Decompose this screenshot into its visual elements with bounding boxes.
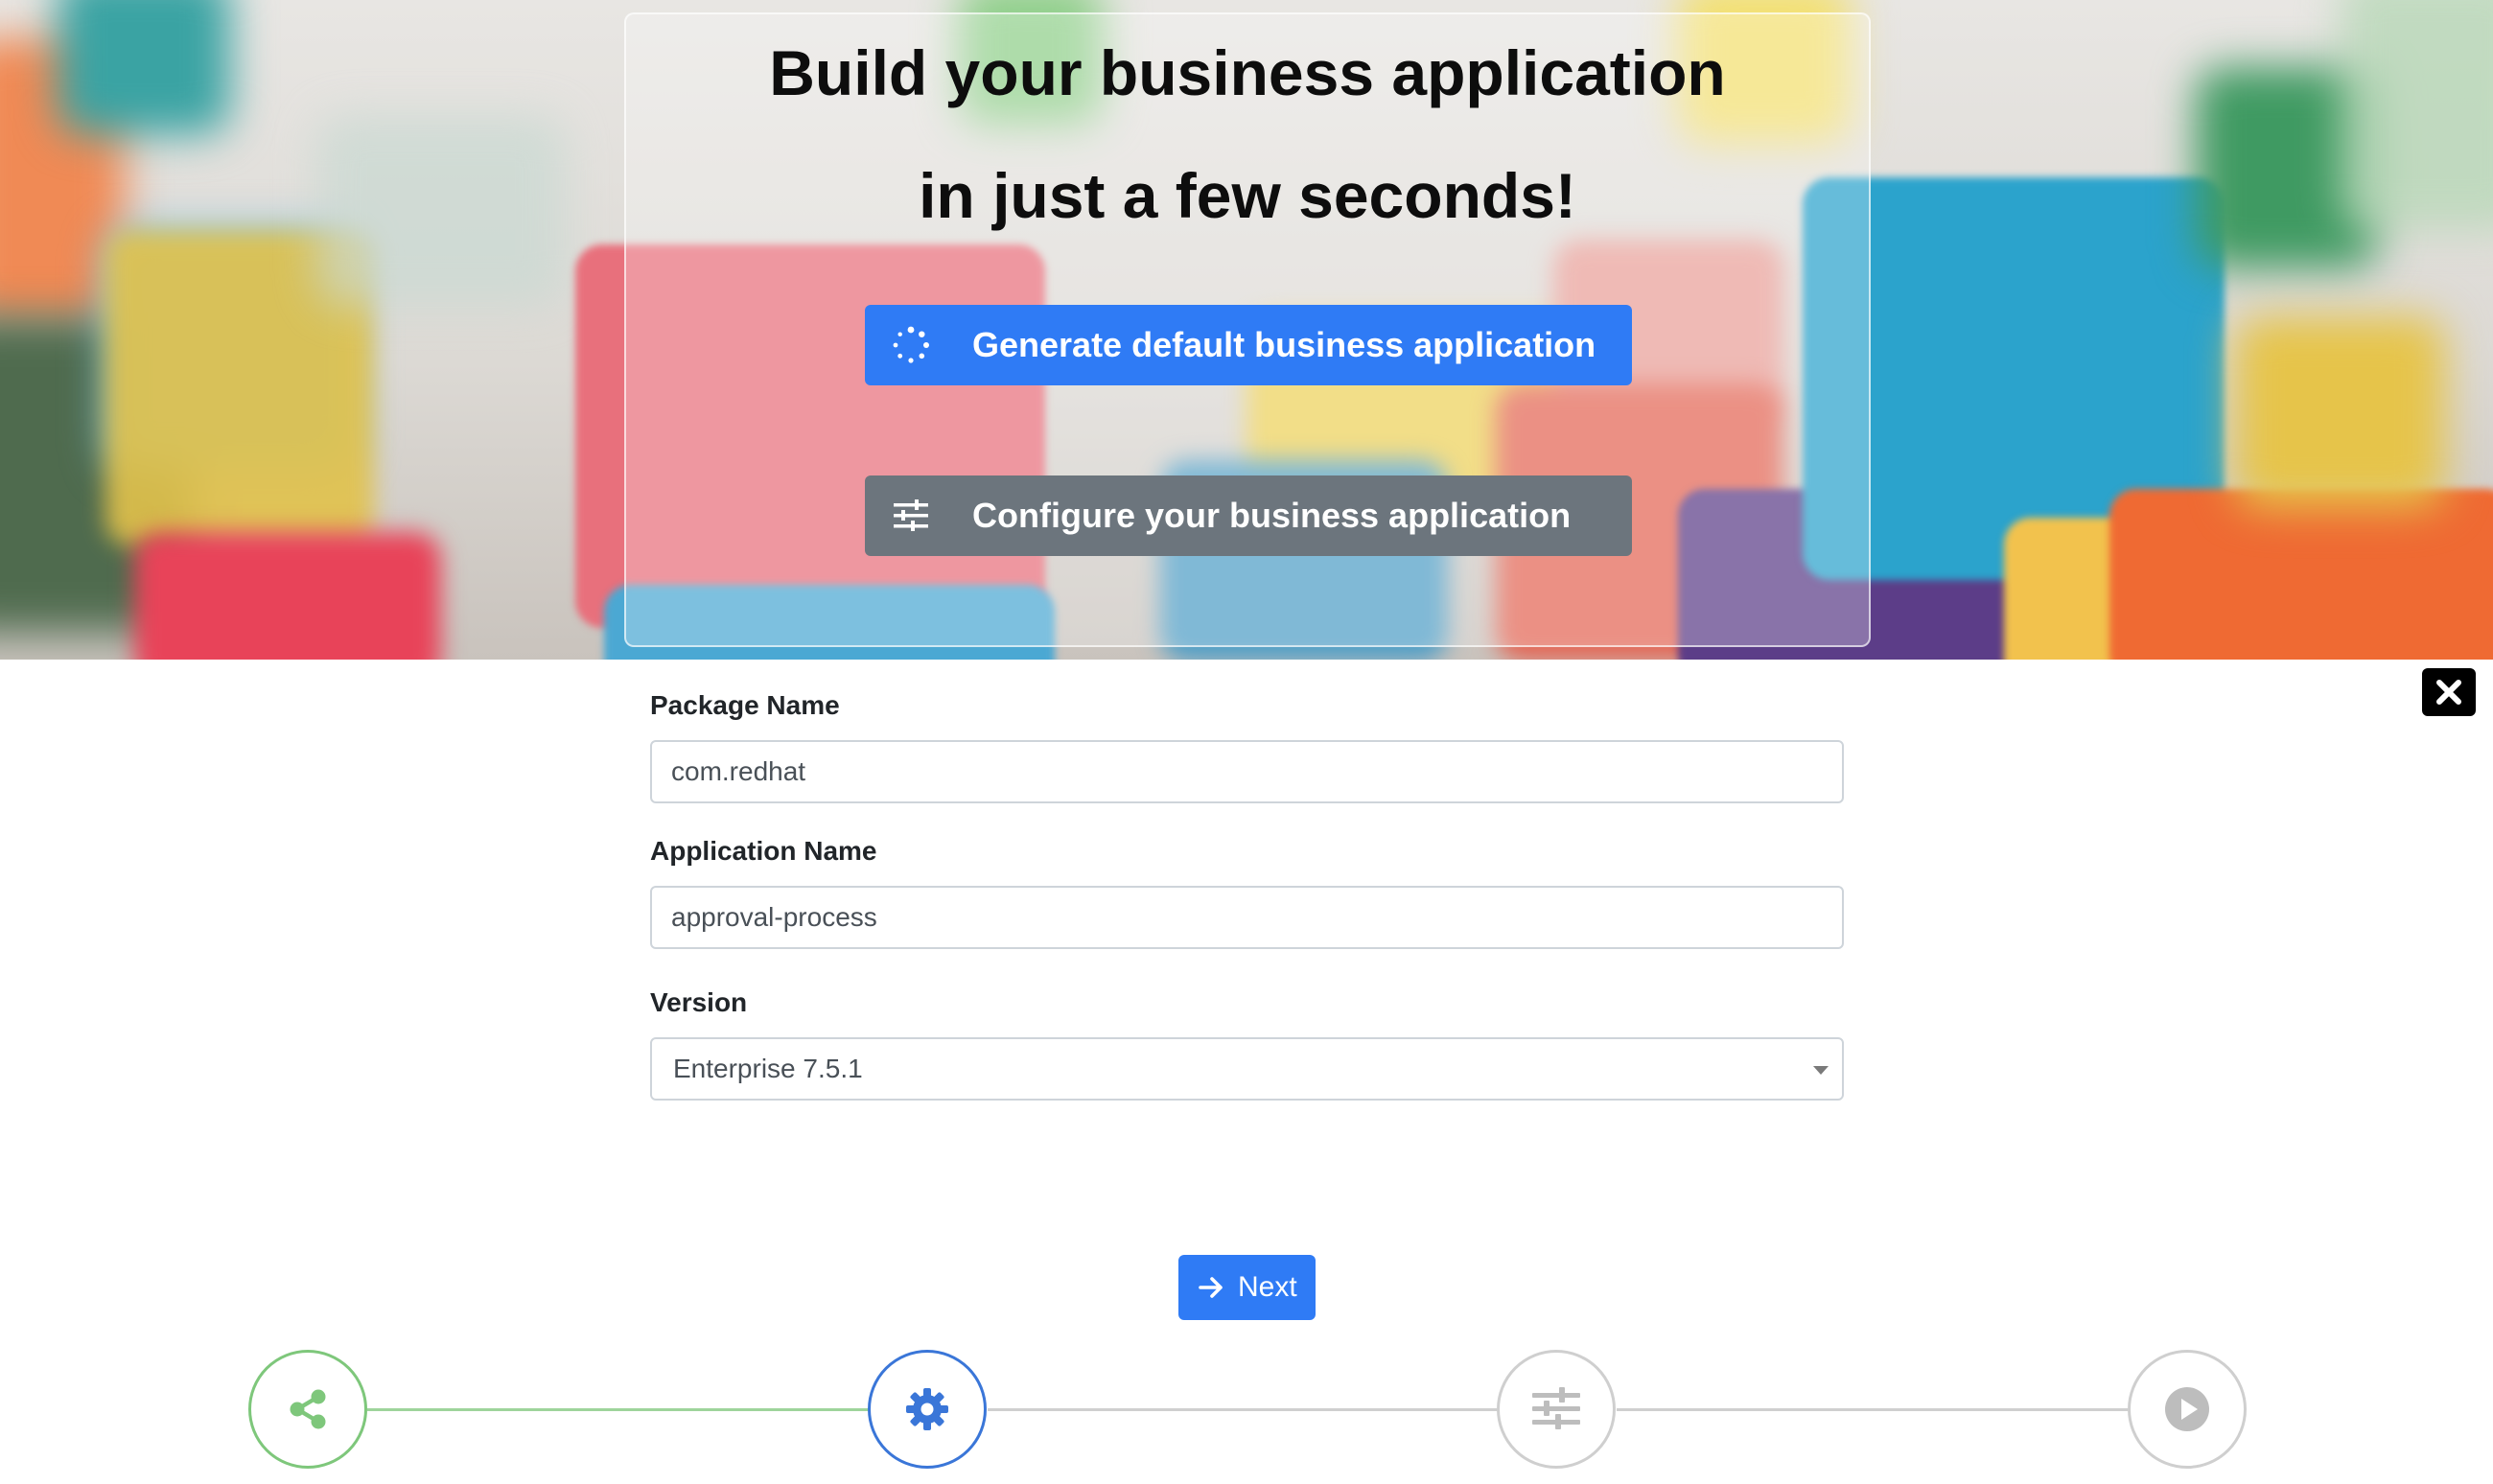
application-name-label: Application Name <box>650 836 877 866</box>
configure-application-label: Configure your business application <box>972 496 1572 535</box>
generate-default-label: Generate default business application <box>972 325 1596 364</box>
close-button[interactable] <box>2422 668 2476 716</box>
configure-application-button[interactable]: Configure your business application <box>865 475 1632 556</box>
generate-default-button[interactable]: Generate default business application <box>865 305 1632 385</box>
next-button-label: Next <box>1238 1271 1297 1303</box>
stepper-connector-1 <box>367 1408 870 1411</box>
close-icon <box>2436 680 2461 705</box>
next-button[interactable]: Next <box>1178 1255 1316 1320</box>
step-run[interactable] <box>2128 1350 2247 1469</box>
step-configure[interactable] <box>1497 1350 1616 1469</box>
package-name-label: Package Name <box>650 690 840 720</box>
spinner-icon <box>892 326 930 364</box>
arrow-right-icon <box>1199 1277 1223 1298</box>
chevron-down-icon <box>1813 1066 1829 1075</box>
version-label: Version <box>650 987 748 1017</box>
share-icon <box>290 1389 326 1429</box>
hero-title-line1: Build your business application <box>769 37 1726 108</box>
sliders-icon <box>892 497 930 535</box>
stepper-connector-2 <box>988 1408 1498 1411</box>
step-settings[interactable] <box>868 1350 987 1469</box>
play-icon <box>2165 1387 2209 1431</box>
version-selected-value: Enterprise 7.5.1 <box>673 1054 863 1083</box>
gear-icon <box>906 1388 948 1430</box>
version-select[interactable]: Enterprise 7.5.1 <box>650 1037 1844 1101</box>
stepper-connector-3 <box>1617 1408 2129 1411</box>
step-share[interactable] <box>248 1350 367 1469</box>
hero-title-line2: in just a few seconds! <box>919 160 1576 231</box>
package-name-input[interactable] <box>650 740 1844 803</box>
sliders-icon <box>1532 1387 1580 1429</box>
application-name-input[interactable] <box>650 886 1844 949</box>
